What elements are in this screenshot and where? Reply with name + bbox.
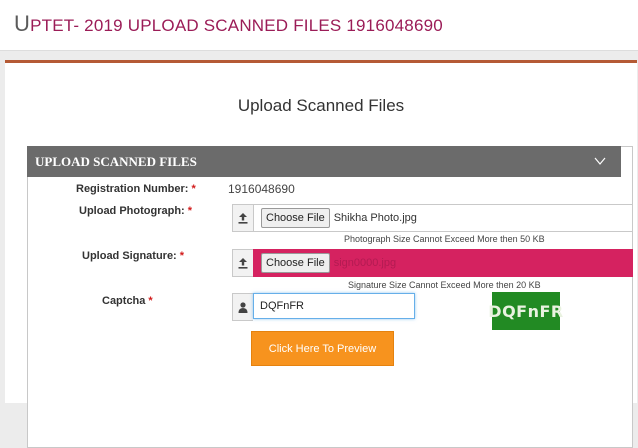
chevron-down-icon[interactable] [593,154,607,168]
app-title-initial: U [14,11,31,36]
captcha-label-text: Captcha [102,295,146,307]
photo-file-name: Shikha Photo.jpg [333,212,417,224]
page-title: Upload Scanned Files [237,96,405,115]
photo-size-hint: Photograph Size Cannot Exceed More then … [344,234,545,244]
signature-label-text: Upload Signature: [82,250,177,262]
captcha-image: DQFnFR [488,292,563,330]
photo-input-group: Choose File Shikha Photo.jpg [232,204,633,232]
panel-header[interactable]: UPLOAD SCANNED FILES [27,146,621,177]
signature-file-name: sign0000.jpg [333,257,397,269]
photo-label-text: Upload Photograph: [79,205,185,217]
upload-panel: UPLOAD SCANNED FILES Registration Number… [27,146,633,448]
app-title-text: PTET- 2019 UPLOAD SCANNED FILES 19160486… [30,16,443,35]
signature-choose-file-button[interactable]: Choose File [261,253,330,273]
captcha-input[interactable]: DQFnFR [253,293,415,319]
signature-input-group: Choose File sign0000.jpg [232,249,633,277]
panel-title: UPLOAD SCANNED FILES [35,154,197,169]
upload-icon [232,204,253,232]
signature-file-input[interactable]: Choose File sign0000.jpg [253,249,633,277]
captcha-input-group: DQFnFR [232,293,422,321]
registration-label-text: Registration Number: [76,183,189,195]
required-marker: * [179,250,185,262]
photo-file-input[interactable]: Choose File Shikha Photo.jpg [253,204,633,232]
captcha-label: Captcha * [102,295,153,307]
registration-label: Registration Number: * [76,183,196,195]
page-container: Upload Scanned Files UPLOAD SCANNED FILE… [5,60,637,448]
app-title: UPTET- 2019 UPLOAD SCANNED FILES 1916048… [14,11,443,37]
user-icon [232,293,253,321]
signature-size-hint: Signature Size Cannot Exceed More then 2… [348,280,541,290]
required-marker: * [191,183,196,195]
registration-value: 1916048690 [228,182,295,196]
top-bar: UPTET- 2019 UPLOAD SCANNED FILES 1916048… [0,0,638,51]
photo-label: Upload Photograph: * [79,205,192,217]
upload-icon [232,249,253,277]
signature-label: Upload Signature: * [82,250,184,262]
photo-choose-file-button[interactable]: Choose File [261,208,330,228]
required-marker: * [148,295,153,307]
preview-button[interactable]: Click Here To Preview [251,331,394,366]
required-marker: * [187,205,192,217]
